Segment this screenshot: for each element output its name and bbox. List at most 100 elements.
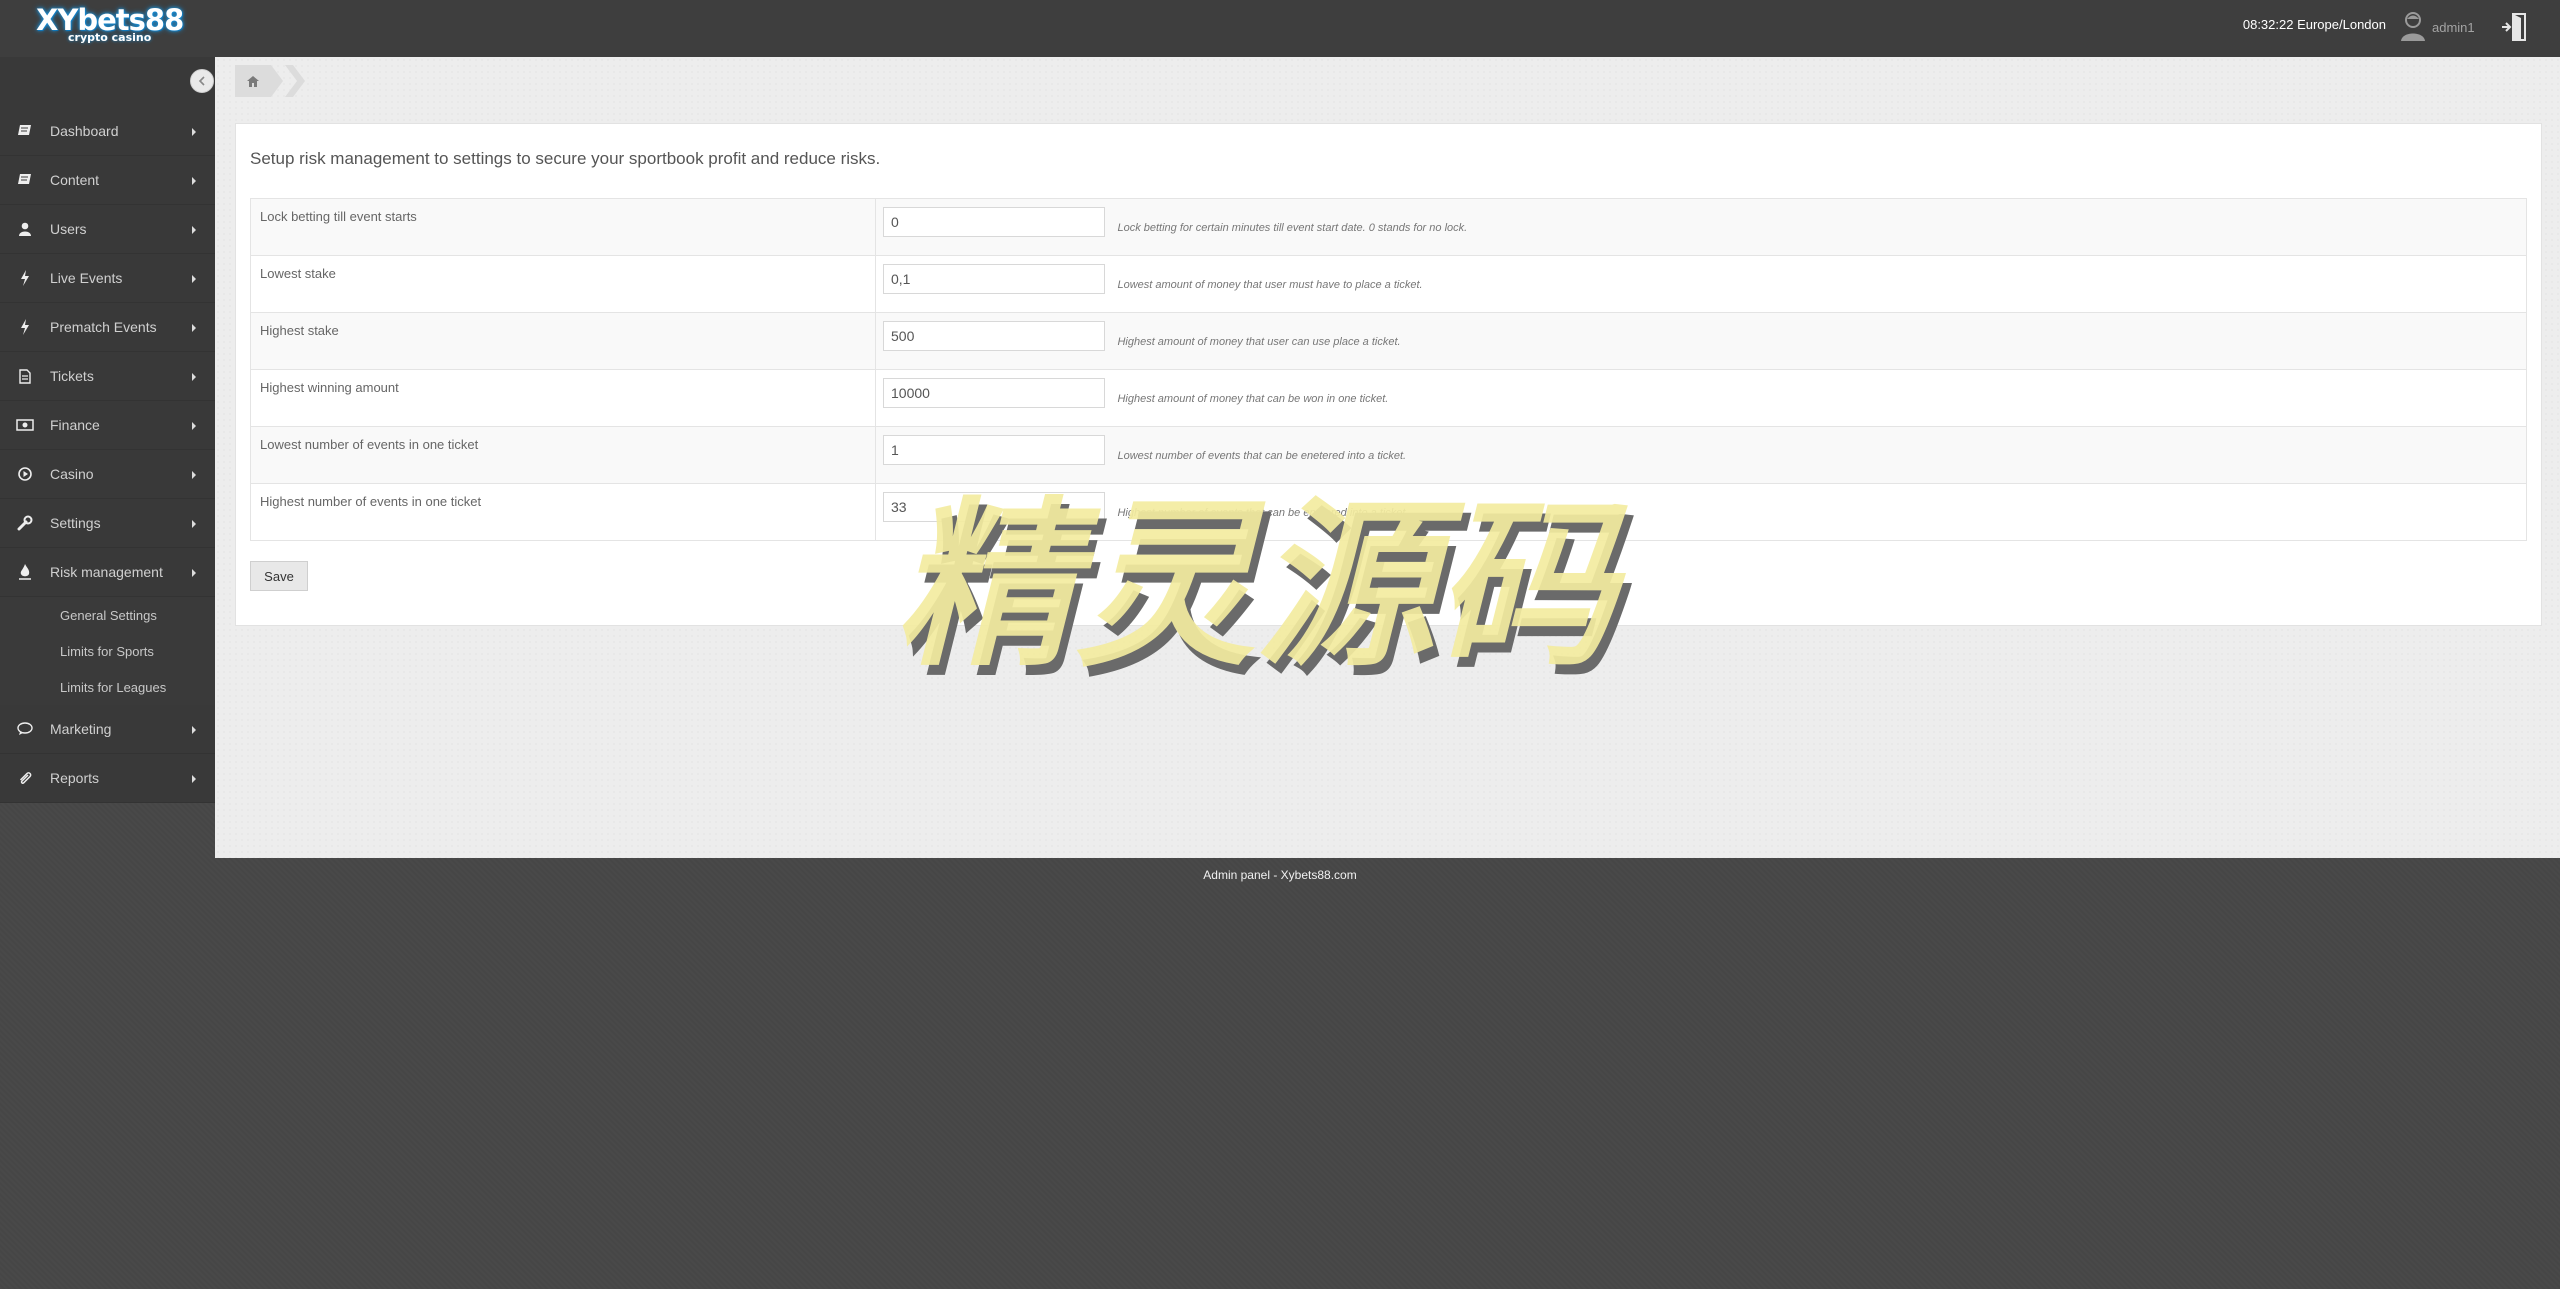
document-icon: [0, 368, 50, 384]
sidebar-item-label: Content: [50, 172, 100, 188]
sidebar-collapse-button[interactable]: [190, 69, 214, 93]
caret-right-icon: [192, 726, 196, 734]
sidebar-item-prematch-events[interactable]: Prematch Events: [0, 303, 215, 352]
bolt-icon: [0, 270, 50, 286]
sidebar-item-risk-management[interactable]: Risk management: [0, 548, 215, 597]
settings-panel: Setup risk management to settings to sec…: [235, 123, 2542, 626]
setting-value-cell: Lock betting for certain minutes till ev…: [875, 198, 2527, 256]
setting-value-cell: Highest number of events that can be ene…: [875, 483, 2527, 541]
sidebar-item-label: Casino: [50, 466, 94, 482]
logout-button[interactable]: [2500, 12, 2528, 42]
sidebar-item-label: Risk management: [50, 564, 163, 580]
table-row: Highest number of events in one ticket H…: [250, 483, 2527, 541]
footer-text: Admin panel - Xybets88.com: [1203, 868, 1357, 882]
caret-right-icon: [192, 471, 196, 479]
home-icon: [247, 75, 259, 87]
user-icon: [0, 222, 50, 236]
sidebar-item-reports[interactable]: Reports: [0, 754, 215, 803]
submenu-item-limits-for-leagues[interactable]: Limits for Leagues: [0, 669, 215, 705]
sidebar-item-users[interactable]: Users: [0, 205, 215, 254]
setting-hint: Lowest amount of money that user must ha…: [1117, 279, 1423, 291]
table-row: Highest stake Highest amount of money th…: [250, 312, 2527, 370]
logout-icon: [2502, 13, 2526, 41]
table-row: Lowest stake Lowest amount of money that…: [250, 255, 2527, 313]
highest-stake-input[interactable]: [883, 321, 1105, 351]
setting-label: Lock betting till event starts: [250, 198, 876, 256]
setting-hint: Highest number of events that can be ene…: [1117, 507, 1409, 519]
paperclip-icon: [0, 770, 50, 786]
breadcrumb-separator: [285, 65, 305, 97]
username[interactable]: admin1: [2432, 20, 2475, 35]
main-content: Setup risk management to settings to sec…: [215, 57, 2560, 858]
sidebar-item-label: Tickets: [50, 368, 94, 384]
play-circle-icon: [0, 467, 50, 481]
setting-value-cell: Highest amount of money that user can us…: [875, 312, 2527, 370]
breadcrumb: [235, 65, 305, 97]
submenu-item-limits-for-sports[interactable]: Limits for Sports: [0, 633, 215, 669]
sidebar-item-label: Users: [50, 221, 87, 237]
logo-subtitle: crypto casino: [68, 31, 152, 44]
book-icon: [0, 173, 50, 187]
sidebar-item-finance[interactable]: Finance: [0, 401, 215, 450]
lowest-events-input[interactable]: [883, 435, 1105, 465]
setting-hint: Highest amount of money that user can us…: [1117, 336, 1401, 348]
setting-value-cell: Lowest amount of money that user must ha…: [875, 255, 2527, 313]
caret-right-icon: [192, 422, 196, 430]
server-clock: 08:32:22 Europe/London: [2242, 17, 2386, 32]
sidebar-item-dashboard[interactable]: Dashboard: [0, 107, 215, 156]
highest-events-input[interactable]: [883, 492, 1105, 522]
caret-right-icon: [192, 226, 196, 234]
breadcrumb-home[interactable]: [235, 65, 283, 97]
sidebar-item-label: Finance: [50, 417, 100, 433]
setting-hint: Highest amount of money that can be won …: [1117, 393, 1389, 405]
lowest-stake-input[interactable]: [883, 264, 1105, 294]
page-intro: Setup risk management to settings to sec…: [250, 149, 881, 168]
sidebar-item-label: Marketing: [50, 721, 112, 737]
fire-icon: [0, 564, 50, 580]
top-bar: XYbets88 crypto casino 08:32:22 Europe/L…: [0, 0, 2560, 57]
setting-value-cell: Highest amount of money that can be won …: [875, 369, 2527, 427]
book-icon: [0, 124, 50, 138]
caret-right-icon: [192, 324, 196, 332]
setting-label: Highest winning amount: [250, 369, 876, 427]
logo[interactable]: XYbets88 crypto casino: [36, 4, 184, 46]
caret-right-icon: [192, 275, 196, 283]
sidebar-item-label: Settings: [50, 515, 101, 531]
caret-right-icon: [192, 569, 196, 577]
sidebar-item-content[interactable]: Content: [0, 156, 215, 205]
wrench-icon: [0, 515, 50, 531]
chat-bubble-icon: [0, 722, 50, 736]
setting-label: Highest number of events in one ticket: [250, 483, 876, 541]
bolt-icon: [0, 319, 50, 335]
save-button[interactable]: Save: [250, 561, 308, 591]
table-row: Lock betting till event starts Lock bett…: [250, 198, 2527, 256]
sidebar-item-label: Dashboard: [50, 123, 119, 139]
caret-right-icon: [192, 373, 196, 381]
setting-hint: Lowest number of events that can be enet…: [1117, 450, 1407, 462]
settings-table: Lock betting till event starts Lock bett…: [250, 198, 2527, 541]
setting-label: Highest stake: [250, 312, 876, 370]
sidebar-item-label: Live Events: [50, 270, 123, 286]
caret-right-icon: [192, 177, 196, 185]
money-icon: [0, 419, 50, 431]
chevron-left-icon: [198, 76, 205, 86]
setting-label: Lowest stake: [250, 255, 876, 313]
lock-betting-input[interactable]: [883, 207, 1105, 237]
sidebar-nav: Dashboard Content Users Live Events Prem…: [0, 107, 215, 803]
user-avatar-icon[interactable]: [2398, 10, 2428, 42]
submenu-item-general-settings[interactable]: General Settings: [0, 597, 215, 633]
table-row: Highest winning amount Highest amount of…: [250, 369, 2527, 427]
sidebar-item-tickets[interactable]: Tickets: [0, 352, 215, 401]
sidebar-item-label: Reports: [50, 770, 100, 786]
sidebar-item-marketing[interactable]: Marketing: [0, 705, 215, 754]
caret-right-icon: [192, 775, 196, 783]
setting-label: Lowest number of events in one ticket: [250, 426, 876, 484]
sidebar-item-settings[interactable]: Settings: [0, 499, 215, 548]
sidebar-item-casino[interactable]: Casino: [0, 450, 215, 499]
sidebar-item-label: Prematch Events: [50, 319, 157, 335]
setting-value-cell: Lowest number of events that can be enet…: [875, 426, 2527, 484]
highest-winning-input[interactable]: [883, 378, 1105, 408]
caret-right-icon: [192, 128, 196, 136]
sidebar-item-live-events[interactable]: Live Events: [0, 254, 215, 303]
caret-right-icon: [192, 520, 196, 528]
